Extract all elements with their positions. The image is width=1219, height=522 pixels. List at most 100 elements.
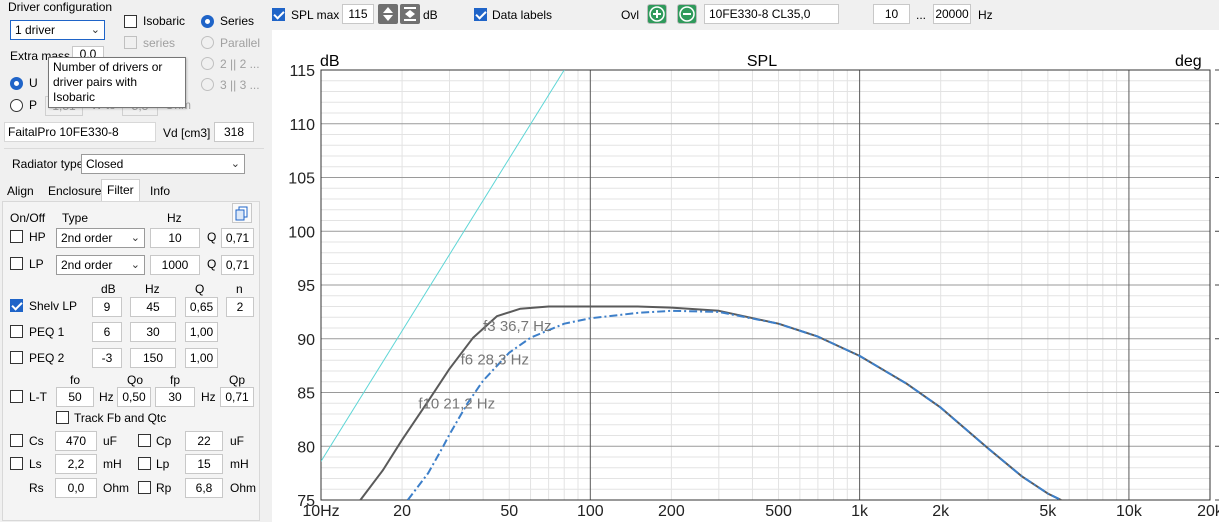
lp-q-label: Q	[207, 257, 217, 271]
radiator-type-value: Closed	[86, 157, 124, 171]
copy-icon[interactable]	[232, 203, 252, 223]
peq1-hz-field[interactable]: 30	[130, 322, 176, 342]
isobaric-checkbox[interactable]	[124, 15, 137, 28]
ovl-add-icon[interactable]	[647, 4, 667, 24]
hp-checkbox[interactable]	[10, 230, 23, 243]
lt-qp-field[interactable]: 0,71	[220, 387, 254, 407]
y-axis-label: dB	[320, 53, 340, 70]
peq2-q-field[interactable]: 1,00	[185, 348, 218, 368]
lp2-unit: mH	[230, 457, 249, 471]
freq-min-field[interactable]: 10	[873, 4, 910, 24]
rs-field[interactable]: 0,0	[55, 478, 97, 498]
left-panel: Driver configuration 1 driver ⌄ Isobaric…	[0, 0, 272, 522]
spl-max-field[interactable]: 115	[342, 4, 374, 24]
lt-fo-field[interactable]: 50	[56, 387, 94, 407]
spl-db-unit: dB	[423, 8, 438, 22]
lp-type-select[interactable]: 2nd order ⌄	[56, 255, 145, 275]
lp-label: LP	[29, 257, 44, 271]
driver-name-field[interactable]: FaitalPro 10FE330-8	[4, 122, 156, 142]
cutoff-annotation: f10 21,2 Hz	[418, 396, 495, 413]
lp-checkbox[interactable]	[10, 257, 23, 270]
chart-title: SPL	[747, 53, 777, 70]
shelv-q-field[interactable]: 0,65	[185, 297, 218, 317]
track-fb-checkbox[interactable]	[56, 411, 69, 424]
rp-checkbox[interactable]	[138, 481, 151, 494]
hp-hz-field[interactable]: 10	[150, 228, 200, 248]
p33-label: 3 || 3 ...	[220, 78, 260, 92]
rs-label: Rs	[29, 481, 44, 495]
lp-q-field[interactable]: 0,71	[221, 255, 254, 275]
p33-radio[interactable]	[201, 78, 214, 91]
lt-fp-field[interactable]: 30	[155, 387, 195, 407]
spl-fit-icon[interactable]	[400, 4, 420, 24]
shelv-lp-checkbox[interactable]	[10, 299, 23, 312]
x-tick-label: 10Hz	[302, 503, 339, 520]
shelv-hz-field[interactable]: 45	[130, 297, 176, 317]
peq1-db-field[interactable]: 6	[92, 322, 122, 342]
peq2-checkbox[interactable]	[10, 351, 23, 364]
series-sub-checkbox[interactable]	[124, 36, 137, 49]
rp-field[interactable]: 6,8	[185, 478, 223, 498]
hp-type-value: 2nd order	[61, 231, 113, 245]
shelv-db-field[interactable]: 9	[92, 297, 122, 317]
data-labels-checkbox[interactable]	[474, 8, 487, 21]
cp-checkbox[interactable]	[138, 434, 151, 447]
p-radio[interactable]	[10, 99, 23, 112]
cp-field[interactable]: 22	[185, 431, 223, 451]
ovl-label: Ovl	[621, 8, 639, 22]
ls-checkbox[interactable]	[10, 457, 23, 470]
rp-unit: Ohm	[230, 481, 257, 495]
tab-align[interactable]: Align	[2, 181, 39, 201]
col-n: n	[236, 282, 243, 296]
lp-hz-field[interactable]: 1000	[150, 255, 200, 275]
freq-max-field[interactable]: 20000	[933, 4, 971, 24]
x-tick-label: 20k	[1197, 503, 1219, 520]
cs-checkbox[interactable]	[10, 434, 23, 447]
lp2-checkbox[interactable]	[138, 457, 151, 470]
peq2-db-field[interactable]: -3	[92, 348, 122, 368]
shelv-n-field[interactable]: 2	[226, 297, 254, 317]
tab-enclosure[interactable]: Enclosure	[43, 181, 106, 201]
lt-qo-header: Qo	[127, 373, 144, 387]
spl-max-label: SPL max	[291, 8, 340, 22]
spl-updown-icon[interactable]	[378, 4, 398, 24]
hp-q-field[interactable]: 0,71	[221, 228, 254, 248]
lp2-field[interactable]: 15	[185, 454, 223, 474]
u-radio[interactable]	[10, 77, 23, 90]
peq1-q-field[interactable]: 1,00	[185, 322, 218, 342]
ovl-remove-icon[interactable]	[677, 4, 697, 24]
y2-axis-label: deg	[1175, 53, 1202, 70]
rp-label: Rp	[156, 481, 172, 495]
y-tick-label: 115	[289, 63, 315, 80]
col-q: Q	[195, 282, 205, 296]
series-radio[interactable]	[201, 15, 214, 28]
spl-chart-area[interactable]: 115 110 105 100 95 90 85 80 75 10Hz 20 50 100 200 500 1…	[272, 30, 1219, 522]
hp-type-select[interactable]: 2nd order ⌄	[56, 228, 145, 248]
lt-checkbox[interactable]	[10, 390, 23, 403]
peq1-checkbox[interactable]	[10, 325, 23, 338]
vd-field[interactable]: 318	[214, 122, 254, 142]
cs-field[interactable]: 470	[55, 431, 97, 451]
tab-info[interactable]: Info	[145, 181, 175, 201]
peq2-hz-field[interactable]: 150	[130, 348, 176, 368]
lt-fp-unit: Hz	[201, 390, 216, 404]
p22-radio[interactable]	[201, 57, 214, 70]
lt-fo-header: fo	[70, 373, 81, 387]
axis-labels: 115110105100959085807510Hz 20 50 100 200 500 1…	[288, 63, 1219, 520]
driver-count-select[interactable]: 1 driver ⌄	[10, 20, 105, 40]
x-tick-label: 10k	[1116, 503, 1143, 520]
col-hz: Hz	[145, 282, 160, 296]
spl-chart[interactable]: 115110105100959085807510Hz 20 50 100 200 500 1…	[272, 30, 1219, 522]
lt-qo-field[interactable]: 0,50	[117, 387, 151, 407]
spl-max-checkbox[interactable]	[272, 8, 285, 21]
radiator-type-select[interactable]: Closed ⌄	[81, 154, 245, 174]
data-labels-label: Data labels	[492, 8, 553, 22]
tab-filter[interactable]: Filter	[101, 179, 140, 202]
rs-unit: Ohm	[103, 481, 130, 495]
parallel-radio[interactable]	[201, 36, 214, 49]
cp-unit: uF	[230, 434, 245, 448]
ls-field[interactable]: 2,2	[55, 454, 97, 474]
cutoff-annotation: f6 28,3 Hz	[461, 352, 529, 369]
ovl-name-field[interactable]: 10FE330-8 CL35,0	[704, 4, 839, 24]
col-db: dB	[101, 282, 116, 296]
